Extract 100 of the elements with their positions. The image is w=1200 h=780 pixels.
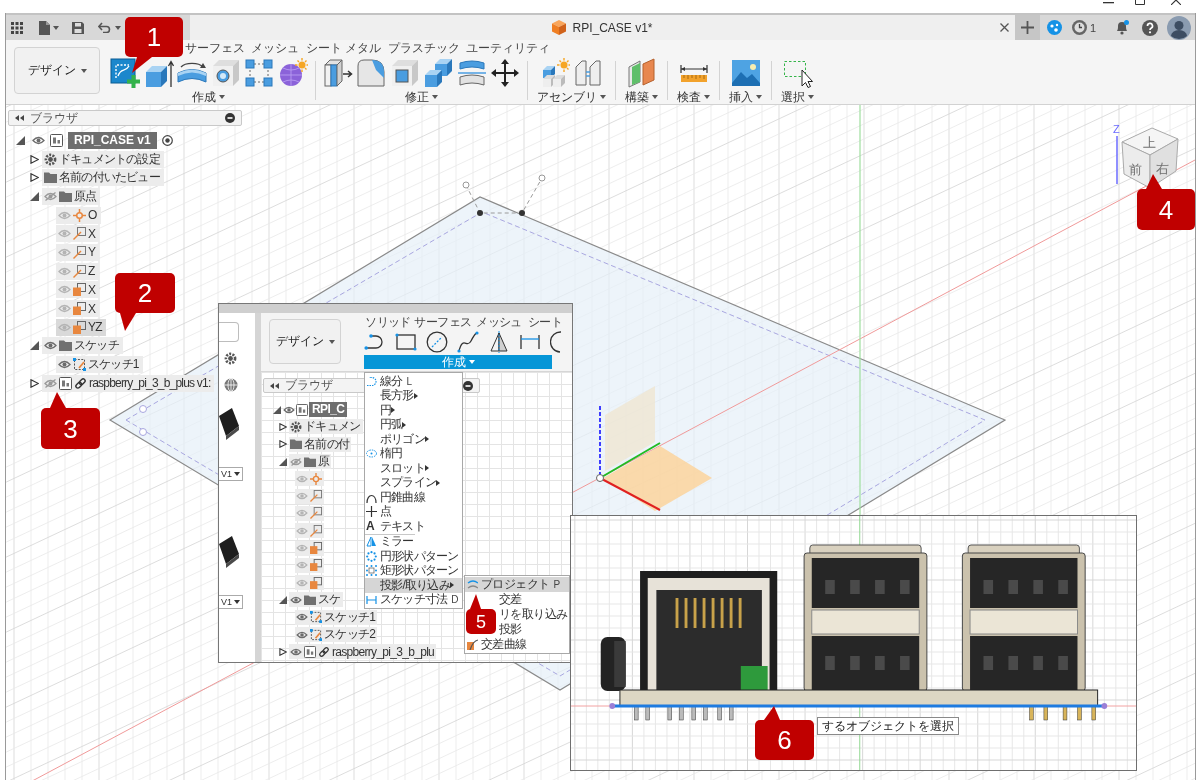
tree-item[interactable]: 名前の付いたビュー xyxy=(42,169,164,187)
menu-item[interactable]: スケッチ寸法 D xyxy=(365,592,460,607)
menu-item[interactable]: スロット xyxy=(365,461,462,476)
toolbar-tab[interactable]: プラスチック xyxy=(388,40,460,55)
tree-item[interactable] xyxy=(295,575,324,591)
move-arrows-icon[interactable] xyxy=(490,57,520,88)
workspace-button[interactable]: デザイン xyxy=(14,47,100,94)
tree-item[interactable]: X xyxy=(56,225,100,243)
bracket-pair-icon[interactable] xyxy=(573,57,604,88)
tree-item[interactable]: スケッチ1 xyxy=(295,609,378,625)
close-icon[interactable] xyxy=(1000,23,1009,32)
tree-item[interactable]: X xyxy=(56,300,100,318)
help-icon[interactable] xyxy=(1142,19,1159,36)
apps-grid-icon[interactable] xyxy=(11,21,23,34)
toolbar-tab[interactable]: メッシュ xyxy=(251,40,299,55)
stacked-cubes-icon[interactable] xyxy=(423,57,453,88)
tree-item[interactable] xyxy=(295,523,324,539)
tree-toggle-icon[interactable] xyxy=(29,341,39,351)
sketch-plus-icon[interactable] xyxy=(110,57,140,88)
menu-item[interactable]: 交差曲線 xyxy=(465,637,569,652)
close-icon[interactable] xyxy=(1171,0,1181,5)
panel-menu-button[interactable]: 構築 xyxy=(623,90,660,104)
panel-menu-button[interactable]: アセンブリ xyxy=(535,90,608,104)
planes-icon[interactable] xyxy=(626,57,657,88)
double-caret-icon[interactable] xyxy=(270,382,279,389)
tree-toggle-icon[interactable] xyxy=(279,595,287,604)
save-icon[interactable] xyxy=(72,21,84,34)
rounded-corner-icon[interactable] xyxy=(356,57,386,88)
tree-item[interactable]: RPI_CASE v1 xyxy=(68,131,157,149)
eye-icon[interactable] xyxy=(32,135,45,145)
menu-item[interactable]: A テキスト xyxy=(365,519,426,534)
tree-item[interactable]: スケ xyxy=(289,592,343,608)
tree-item[interactable]: O xyxy=(56,206,101,224)
version-dropdown[interactable]: V1 xyxy=(219,595,243,609)
tree-item[interactable]: スケッチ xyxy=(42,337,123,355)
tree-item[interactable]: 名前の付 xyxy=(289,436,352,452)
layers-icon[interactable] xyxy=(456,57,487,88)
menu-item[interactable]: リを取り込み xyxy=(497,607,569,622)
tree-toggle-icon[interactable] xyxy=(29,154,39,164)
toolbar-tab[interactable]: ソリッド xyxy=(365,314,411,329)
tree-item[interactable]: Y xyxy=(56,243,100,261)
menu-item[interactable]: 線分 L xyxy=(365,374,413,389)
panel-menu-button[interactable]: 修正 xyxy=(402,90,440,104)
version-dropdown[interactable]: V1 xyxy=(219,467,243,481)
eye-icon[interactable] xyxy=(283,405,295,414)
eye-icon[interactable] xyxy=(290,647,302,656)
eye-icon[interactable] xyxy=(296,630,308,639)
toolbar-tab[interactable]: メッシュ xyxy=(476,314,522,329)
toolbar-tab[interactable]: シート メタル xyxy=(306,40,382,55)
maximize-icon[interactable] xyxy=(1135,0,1145,5)
menu-item[interactable]: 点 xyxy=(365,504,393,519)
tree-item[interactable] xyxy=(295,505,324,521)
tree-item[interactable]: X xyxy=(56,281,100,299)
dots-circle-icon[interactable] xyxy=(1047,20,1062,35)
tree-item[interactable]: 原 xyxy=(289,454,332,470)
menu-item[interactable]: 円形状パターン xyxy=(365,549,460,564)
menu-item[interactable]: 円錐曲線 xyxy=(365,490,426,505)
menu-item[interactable]: プロジェクト P xyxy=(465,577,569,592)
search-field[interactable] xyxy=(219,322,239,342)
tree-item[interactable]: YZ xyxy=(56,318,106,336)
bell-icon[interactable] xyxy=(1115,20,1130,35)
view-cube[interactable] xyxy=(1121,127,1179,189)
menu-item[interactable]: スプライン xyxy=(365,475,462,490)
menu-item[interactable]: ポリゴン xyxy=(365,432,462,447)
undo-icon[interactable] xyxy=(98,22,112,33)
menu-item[interactable]: 投影 xyxy=(497,622,523,637)
menu-item[interactable]: 投影/取り込み xyxy=(365,578,462,593)
panel-menu-button[interactable]: 検査 xyxy=(675,90,712,104)
new-tab-button[interactable] xyxy=(1015,15,1040,40)
tree-item[interactable]: raspberry_pi_3_b_plus v1: xyxy=(42,374,215,392)
panel-menu-button[interactable]: 作成 xyxy=(190,90,228,104)
file-icon[interactable] xyxy=(39,20,50,35)
menu-item[interactable]: ミラー xyxy=(365,533,415,549)
eye-icon[interactable] xyxy=(290,595,302,604)
avatar-icon[interactable] xyxy=(1167,15,1192,40)
toolbar-tab[interactable]: サーフェス xyxy=(414,314,472,329)
tree-item[interactable] xyxy=(295,488,324,504)
toolbar-tab[interactable]: ユーティリティ xyxy=(466,40,550,55)
tree-item[interactable]: Z xyxy=(56,262,99,280)
panel-menu-button[interactable]: 挿入 xyxy=(727,90,764,104)
block-arrow-icon[interactable] xyxy=(322,57,353,88)
menu-item[interactable]: 交差 xyxy=(497,592,523,607)
double-caret-icon[interactable] xyxy=(15,115,24,121)
tree-item[interactable] xyxy=(295,540,324,556)
menu-item[interactable]: 円弧 xyxy=(365,417,462,432)
tree-toggle-icon[interactable] xyxy=(279,440,287,449)
eye-icon[interactable] xyxy=(44,341,57,351)
tree-toggle-icon[interactable] xyxy=(273,405,281,414)
workspace-button[interactable]: デザイン xyxy=(269,319,341,364)
target-icon[interactable] xyxy=(161,134,173,146)
menu-item[interactable]: 矩形状パターン xyxy=(365,563,460,578)
tree-toggle-icon[interactable] xyxy=(279,457,287,466)
minus-circle-icon[interactable] xyxy=(463,380,473,391)
eye-icon[interactable] xyxy=(58,360,71,370)
tree-toggle-icon[interactable] xyxy=(279,647,287,656)
square-points-icon[interactable] xyxy=(244,57,274,88)
minimize-icon[interactable] xyxy=(1103,2,1114,4)
eye-icon[interactable] xyxy=(296,613,308,622)
clock-icon[interactable] xyxy=(1072,20,1087,35)
minus-circle-icon[interactable] xyxy=(225,113,235,123)
